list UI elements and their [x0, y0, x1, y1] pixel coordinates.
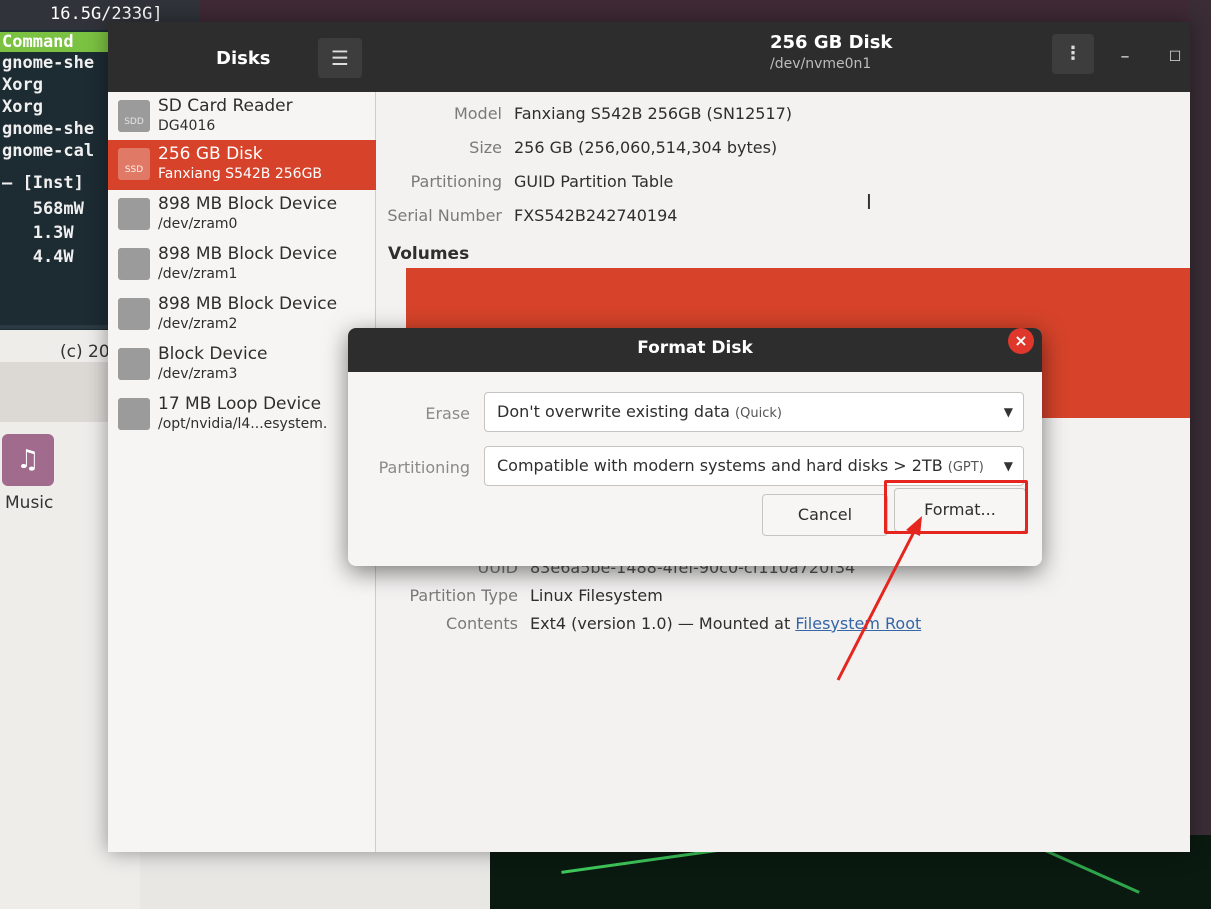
copyright-text: (c) 20: [60, 342, 110, 362]
disk-menu-button[interactable]: ⋮: [1052, 34, 1094, 74]
contents-value: Ext4 (version 1.0) — Mounted at Filesyst…: [530, 614, 921, 633]
device-subtitle: /dev/zram1: [158, 266, 238, 282]
minimize-icon: –: [1120, 46, 1130, 67]
partition-type-label: Partition Type: [409, 586, 518, 605]
terminal-line: gnome-she: [2, 53, 95, 73]
terminal-line: 4.4W: [2, 247, 74, 267]
maximize-icon: ☐: [1168, 49, 1182, 65]
maximize-button[interactable]: ☐: [1160, 42, 1190, 72]
dialog-title: Format Disk: [637, 338, 753, 358]
device-name: 17 MB Loop Device: [158, 394, 322, 414]
device-item-loop-device[interactable]: 17 MB Loop Device /opt/nvidia/l4...esyst…: [108, 390, 376, 440]
erase-value: Don't overwrite existing data: [497, 402, 730, 421]
device-name: 898 MB Block Device: [158, 194, 338, 214]
model-label: Model: [453, 104, 502, 123]
dialog-partitioning-label: Partitioning: [378, 458, 470, 477]
serial-number-label: Serial Number: [387, 206, 502, 225]
device-subtitle: Fanxiang S542B 256GB: [158, 166, 323, 182]
partitioning-label: Partitioning: [410, 172, 502, 191]
device-name: 898 MB Block Device: [158, 294, 338, 314]
dialog-close-button[interactable]: ×: [1008, 328, 1034, 354]
dialog-headerbar: Format Disk ×: [348, 328, 1042, 372]
drive-icon: [118, 248, 150, 280]
partitioning-value: Compatible with modern systems and hard …: [497, 456, 943, 475]
terminal-column-header: Command: [0, 32, 108, 52]
sd-card-icon: SDD: [118, 100, 150, 132]
hamburger-icon: ☰: [331, 46, 349, 70]
terminal-line: Xorg: [2, 75, 43, 95]
minimize-button[interactable]: –: [1110, 42, 1140, 72]
dropdown-arrow-icon: ▼: [1003, 405, 1013, 419]
close-icon: ×: [1014, 331, 1028, 350]
erase-combo[interactable]: Don't overwrite existing data (Quick) ▼: [484, 392, 1024, 432]
partition-type-value: Linux Filesystem: [530, 586, 663, 605]
device-item-zram3[interactable]: Block Device /dev/zram3: [108, 340, 376, 390]
serial-number-value: FXS542B242740194: [514, 206, 678, 225]
device-subtitle: /dev/zram3: [158, 366, 238, 382]
size-value: 256 GB (256,060,514,304 bytes): [514, 138, 778, 157]
device-subtitle: /dev/zram0: [158, 216, 238, 232]
filesystem-root-link[interactable]: Filesystem Root: [795, 614, 921, 633]
device-subtitle: DG4016: [158, 118, 216, 134]
cancel-button[interactable]: Cancel: [762, 494, 888, 536]
device-item-sd-card-reader[interactable]: SDD SD Card Reader DG4016: [108, 92, 376, 142]
headerbar: Disks ☰ 256 GB Disk /dev/nvme0n1 ⋮ – ☐: [108, 22, 1190, 92]
drive-icon: [118, 348, 150, 380]
partitioning-hint: (GPT): [947, 460, 984, 475]
contents-text: Ext4 (version 1.0) — Mounted at: [530, 614, 796, 633]
drive-icon: [118, 198, 150, 230]
desktop-background: [200, 0, 1211, 22]
disk-subtitle: /dev/nvme0n1: [770, 56, 872, 72]
terminal-line: — [Inst]: [2, 173, 84, 193]
model-value: Fanxiang S542B 256GB (SN12517): [514, 104, 793, 123]
device-name: SD Card Reader: [158, 96, 293, 116]
terminal-line: 568mW: [2, 199, 84, 219]
annotation-highlight-box: [884, 480, 1028, 534]
device-item-zram0[interactable]: 898 MB Block Device /dev/zram0: [108, 190, 376, 240]
text-cursor-icon: I: [866, 190, 872, 214]
music-folder-label: Music: [5, 493, 54, 513]
terminal-line: Xorg: [2, 97, 43, 117]
terminal-line: gnome-she: [2, 119, 95, 139]
desktop-background-edge: [1190, 0, 1211, 909]
device-name: 898 MB Block Device: [158, 244, 338, 264]
ssd-icon: SSD: [118, 148, 150, 180]
erase-label: Erase: [425, 404, 470, 423]
disk-title: 256 GB Disk: [770, 32, 893, 53]
device-name: Block Device: [158, 344, 268, 364]
device-sidebar: SDD SD Card Reader DG4016 SSD 256 GB Dis…: [108, 92, 376, 852]
partitioning-value: GUID Partition Table: [514, 172, 674, 191]
terminal-line: 1.3W: [2, 223, 74, 243]
contents-label: Contents: [446, 614, 518, 633]
device-item-zram1[interactable]: 898 MB Block Device /dev/zram1: [108, 240, 376, 290]
erase-hint: (Quick): [735, 406, 782, 421]
hamburger-menu-button[interactable]: ☰: [318, 38, 362, 78]
device-name: 256 GB Disk: [158, 144, 263, 164]
kebab-icon: ⋮: [1064, 43, 1082, 64]
music-folder-icon[interactable]: ♫: [2, 434, 54, 486]
device-item-zram2[interactable]: 898 MB Block Device /dev/zram2: [108, 290, 376, 340]
device-item-256gb-disk[interactable]: SSD 256 GB Disk Fanxiang S542B 256GB: [108, 140, 376, 190]
volumes-heading: Volumes: [388, 244, 470, 264]
drive-icon: [118, 398, 150, 430]
drive-icon: [118, 298, 150, 330]
size-label: Size: [469, 138, 502, 157]
device-subtitle: /dev/zram2: [158, 316, 238, 332]
app-title: Disks: [216, 48, 271, 69]
terminal-line: gnome-cal: [2, 141, 95, 161]
device-subtitle: /opt/nvidia/l4...esystem.: [158, 416, 328, 432]
